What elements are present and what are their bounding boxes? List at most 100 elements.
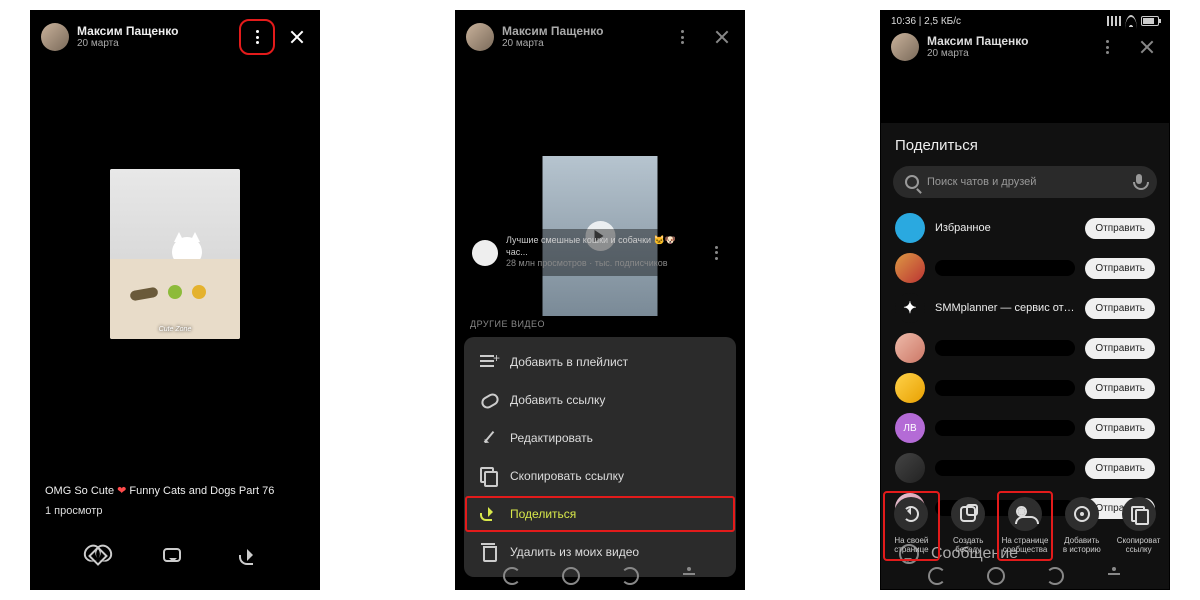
contact-avatar: ✦: [895, 293, 925, 323]
send-button[interactable]: Отправить: [1085, 258, 1155, 279]
status-time: 10:36 | 2,5 КБ/с: [891, 16, 961, 27]
battery-icon: [1141, 16, 1159, 26]
search-icon: [905, 175, 919, 189]
system-nav-bar: [881, 567, 1169, 585]
other-videos-label: ДРУГИЕ ВИДЕО: [470, 319, 545, 329]
favorites-icon: [895, 213, 925, 243]
link-icon: [480, 391, 498, 409]
contact-row[interactable]: Отправить: [887, 448, 1163, 488]
nav-recent-icon[interactable]: [928, 567, 946, 585]
context-menu: Добавить в плейлист Добавить ссылку Реда…: [464, 337, 736, 577]
nav-recent-icon[interactable]: [503, 567, 521, 585]
recommended-title: Лучшие смешные кошки и собачки 🐱🐶 час...: [506, 235, 696, 258]
share-copy-link[interactable]: Скопироват ссылку: [1110, 491, 1167, 561]
share-title: Поделиться: [887, 137, 1163, 166]
author-name[interactable]: Максим Пащенко: [502, 25, 603, 38]
recommended-meta: Лучшие смешные кошки и собачки 🐱🐶 час...…: [506, 235, 696, 270]
contact-row[interactable]: ЛВ Отправить: [887, 408, 1163, 448]
story-icon: [1074, 506, 1090, 522]
view-count: 1 просмотр: [45, 504, 305, 519]
post-header: Максим Пащенко 20 марта: [456, 11, 744, 59]
send-button[interactable]: Отправить: [1085, 418, 1155, 439]
search-field[interactable]: Поиск чатов и друзей: [893, 166, 1157, 198]
author-block: Максим Пащенко 20 марта: [502, 25, 603, 49]
contact-name: Избранное: [935, 222, 1075, 234]
contact-avatar: [895, 453, 925, 483]
mic-icon[interactable]: [1133, 174, 1145, 190]
more-options-button[interactable]: [1095, 35, 1119, 59]
search-placeholder: Поиск чатов и друзей: [927, 176, 1125, 188]
reaction-bar: [31, 545, 319, 569]
contact-avatar: [895, 253, 925, 283]
contact-row[interactable]: Отправить: [887, 328, 1163, 368]
send-button[interactable]: Отправить: [1085, 298, 1155, 319]
post-header: Максим Пащенко 20 марта: [881, 27, 1169, 69]
contact-row[interactable]: Отправить: [887, 368, 1163, 408]
contact-favorites[interactable]: Избранное Отправить: [887, 208, 1163, 248]
contact-name-redacted: [935, 460, 1075, 476]
send-button[interactable]: Отправить: [1085, 378, 1155, 399]
contact-name-redacted: [935, 420, 1075, 436]
contact-smmplanner[interactable]: ✦ SMMplanner — сервис отло... Отправить: [887, 288, 1163, 328]
more-options-button[interactable]: [245, 25, 269, 49]
menu-share[interactable]: Поделиться: [464, 495, 736, 533]
share-own-page[interactable]: На своей странице: [883, 491, 940, 561]
author-block: Максим Пащенко 20 марта: [927, 35, 1028, 59]
nav-back-icon[interactable]: [621, 567, 639, 585]
more-options-button[interactable]: [670, 25, 694, 49]
send-button[interactable]: Отправить: [1085, 458, 1155, 479]
repost-icon: [903, 506, 919, 522]
post-date: 20 марта: [77, 38, 178, 49]
chat-icon: [960, 506, 976, 522]
like-button[interactable]: [87, 545, 111, 569]
share-icon: [239, 549, 259, 565]
share-community-page[interactable]: На странице сообщества: [997, 491, 1054, 561]
share-create-chat[interactable]: Создать беседу: [940, 491, 997, 561]
screenshot-3: 10:36 | 2,5 КБ/с Максим Пащенко 20 марта…: [880, 10, 1170, 590]
author-avatar[interactable]: [466, 23, 494, 51]
share-targets: На своей странице Создать беседу На стра…: [881, 491, 1169, 561]
channel-avatar: [472, 240, 498, 266]
nav-home-icon[interactable]: [987, 567, 1005, 585]
nav-accessibility-icon[interactable]: [1105, 567, 1123, 585]
nav-accessibility-icon[interactable]: [680, 567, 698, 585]
comment-icon: [163, 548, 181, 562]
send-button[interactable]: Отправить: [1085, 338, 1155, 359]
nav-back-icon[interactable]: [1046, 567, 1064, 585]
contact-avatar: ЛВ: [895, 413, 925, 443]
comment-button[interactable]: [163, 545, 187, 569]
pencil-icon: [480, 429, 498, 447]
video-thumbnail[interactable]: Cute Zone: [110, 169, 240, 339]
author-block: Максим Пащенко 20 марта: [77, 25, 178, 49]
menu-edit[interactable]: Редактировать: [464, 419, 736, 457]
group-icon: [1016, 506, 1034, 522]
recommended-more-icon[interactable]: [704, 241, 728, 265]
heart-emoji: ❤: [117, 485, 126, 497]
recommended-video-row[interactable]: Лучшие смешные кошки и собачки 🐱🐶 час...…: [466, 229, 734, 276]
author-name[interactable]: Максим Пащенко: [77, 25, 178, 38]
nav-home-icon[interactable]: [562, 567, 580, 585]
kebab-icon: [256, 30, 259, 44]
author-avatar[interactable]: [891, 33, 919, 61]
share-button[interactable]: [239, 545, 263, 569]
contact-name-redacted: [935, 340, 1075, 356]
signal-icon: [1107, 16, 1121, 26]
menu-delete[interactable]: Удалить из моих видео: [464, 533, 736, 571]
post-header: Максим Пащенко 20 марта: [31, 11, 319, 59]
close-button[interactable]: [710, 25, 734, 49]
author-avatar[interactable]: [41, 23, 69, 51]
contact-avatar: [895, 333, 925, 363]
contact-name-redacted: [935, 380, 1075, 396]
share-add-story[interactable]: Добавить в историю: [1053, 491, 1110, 561]
status-bar: 10:36 | 2,5 КБ/с: [881, 11, 1169, 27]
author-name[interactable]: Максим Пащенко: [927, 35, 1028, 48]
menu-copy-link[interactable]: Скопировать ссылку: [464, 457, 736, 495]
close-button[interactable]: [285, 25, 309, 49]
close-button[interactable]: [1135, 35, 1159, 59]
kebab-icon: [681, 30, 684, 44]
menu-add-playlist[interactable]: Добавить в плейлист: [464, 343, 736, 381]
send-button[interactable]: Отправить: [1085, 218, 1155, 239]
trash-icon: [480, 543, 498, 561]
menu-add-link[interactable]: Добавить ссылку: [464, 381, 736, 419]
contact-row[interactable]: Отправить: [887, 248, 1163, 288]
